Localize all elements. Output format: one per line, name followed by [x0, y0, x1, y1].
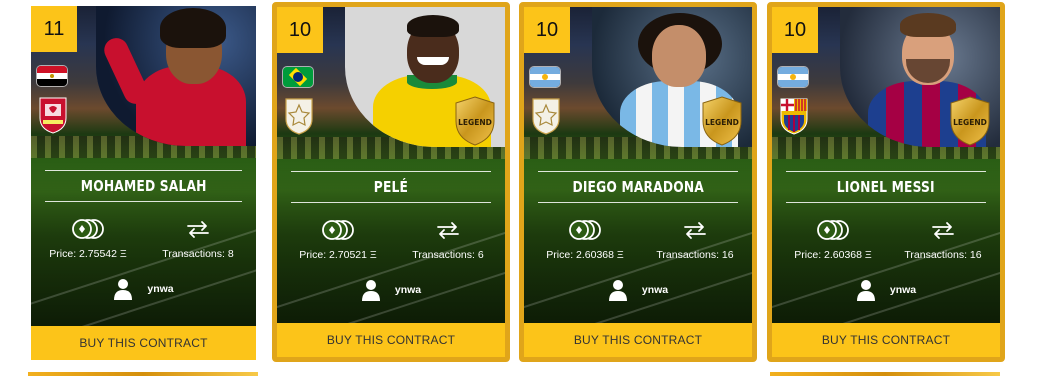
transactions-label: Transactions: 6 — [412, 249, 484, 261]
egypt-flag-icon — [37, 66, 67, 86]
price-stat: Price: 2.60368 Ξ — [778, 217, 888, 261]
card-body: 10 LEGEND DIEGO MARADONA Price: 2.60368 … — [524, 7, 752, 357]
card-body: 10 LEGEND LIONEL MESSI Price: 2.60368 Ξ … — [772, 7, 1000, 357]
argentina-flag-icon — [530, 67, 560, 87]
transfer-arrows-icon — [640, 217, 750, 243]
price-stat: Price: 2.70521 Ξ — [283, 217, 393, 261]
liverpool-badge-icon — [39, 97, 67, 134]
player-name: PELÉ — [373, 178, 409, 196]
transfer-arrows-icon — [393, 217, 503, 243]
player-name: DIEGO MARADONA — [572, 178, 704, 196]
legend-label: LEGEND — [458, 118, 492, 127]
buy-contract-button[interactable]: BUY THIS CONTRACT — [772, 323, 1000, 357]
price-label: Price: 2.60368 Ξ — [794, 249, 872, 261]
brazil-flag-icon — [283, 67, 313, 87]
owner-name[interactable]: ynwa — [642, 284, 668, 296]
player-photo — [96, 6, 256, 146]
transfer-arrows-icon — [143, 216, 253, 242]
next-row-card-edge — [770, 372, 1000, 376]
owner-name[interactable]: ynwa — [147, 283, 173, 295]
legend-shield-icon: LEGEND — [702, 96, 742, 146]
player-name-bar: PELÉ — [291, 171, 491, 203]
card-body: 11 MOHAMED SALAH Price: 2.75542 Ξ Transa… — [31, 6, 256, 360]
player-card-messi[interactable]: 10 LEGEND LIONEL MESSI Price: 2.60368 Ξ … — [767, 2, 1005, 362]
buy-contract-button[interactable]: BUY THIS CONTRACT — [31, 326, 256, 360]
card-body: 10 LEGEND PELÉ Price: 2.70521 Ξ Transact… — [277, 7, 505, 357]
rank-badge: 10 — [277, 7, 323, 53]
buy-contract-button[interactable]: BUY THIS CONTRACT — [524, 323, 752, 357]
icon-badge-icon — [285, 98, 313, 135]
legend-shield-icon: LEGEND — [455, 96, 495, 146]
transactions-stat: Transactions: 6 — [393, 217, 503, 261]
player-name-bar: MOHAMED SALAH — [45, 170, 242, 202]
icon-badge-icon — [532, 98, 560, 135]
legend-label: LEGEND — [953, 118, 987, 127]
barcelona-badge-icon — [780, 98, 808, 135]
transactions-label: Transactions: 8 — [162, 248, 234, 260]
coins-icon — [33, 216, 143, 242]
transfer-arrows-icon — [888, 217, 998, 243]
rank-badge: 10 — [524, 7, 570, 53]
transactions-stat: Transactions: 16 — [640, 217, 750, 261]
transactions-stat: Transactions: 8 — [143, 216, 253, 260]
player-card-maradona[interactable]: 10 LEGEND DIEGO MARADONA Price: 2.60368 … — [519, 2, 757, 362]
owner-row: ynwa — [31, 278, 256, 300]
transactions-stat: Transactions: 16 — [888, 217, 998, 261]
user-icon — [856, 280, 875, 301]
owner-name[interactable]: ynwa — [395, 284, 421, 296]
player-name-bar: DIEGO MARADONA — [538, 171, 738, 203]
price-stat: Price: 2.60368 Ξ — [530, 217, 640, 261]
rank-badge: 11 — [31, 6, 77, 52]
user-icon — [114, 279, 133, 300]
player-name-bar: LIONEL MESSI — [786, 171, 986, 203]
coins-icon — [283, 217, 393, 243]
player-card-row: 11 MOHAMED SALAH Price: 2.75542 Ξ Transa… — [0, 0, 1039, 376]
owner-row: ynwa — [277, 279, 505, 301]
transactions-label: Transactions: 16 — [656, 249, 734, 261]
legend-shield-icon: LEGEND — [950, 96, 990, 146]
legend-label: LEGEND — [705, 118, 739, 127]
player-card-salah[interactable]: 11 MOHAMED SALAH Price: 2.75542 Ξ Transa… — [31, 6, 256, 360]
coins-icon — [778, 217, 888, 243]
user-icon — [361, 280, 380, 301]
player-name: LIONEL MESSI — [836, 178, 936, 196]
argentina-flag-icon — [778, 67, 808, 87]
price-label: Price: 2.75542 Ξ — [49, 248, 127, 260]
buy-contract-button[interactable]: BUY THIS CONTRACT — [277, 323, 505, 357]
rank-badge: 10 — [772, 7, 818, 53]
player-card-pele[interactable]: 10 LEGEND PELÉ Price: 2.70521 Ξ Transact… — [272, 2, 510, 362]
coins-icon — [530, 217, 640, 243]
price-label: Price: 2.70521 Ξ — [299, 249, 377, 261]
owner-row: ynwa — [524, 279, 752, 301]
owner-row: ynwa — [772, 279, 1000, 301]
next-row-card-edge — [28, 372, 258, 376]
user-icon — [608, 280, 627, 301]
price-stat: Price: 2.75542 Ξ — [33, 216, 143, 260]
transactions-label: Transactions: 16 — [904, 249, 982, 261]
price-label: Price: 2.60368 Ξ — [546, 249, 624, 261]
player-name: MOHAMED SALAH — [80, 177, 207, 195]
owner-name[interactable]: ynwa — [890, 284, 916, 296]
